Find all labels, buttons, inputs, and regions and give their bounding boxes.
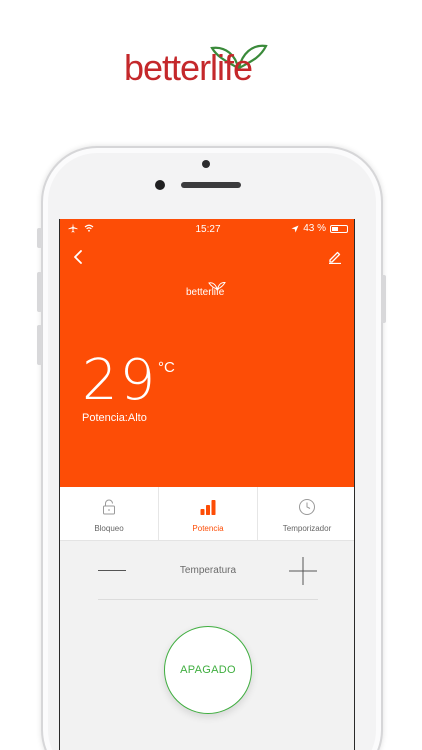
header-logo: betterlife — [186, 281, 232, 299]
location-arrow-icon — [291, 225, 299, 232]
back-chevron-icon[interactable] — [72, 249, 86, 265]
tab-temporizador[interactable]: Temporizador — [258, 487, 354, 540]
tab-label: Bloqueo — [94, 524, 124, 533]
power-toggle-label: APAGADO — [180, 664, 236, 676]
clock-icon — [299, 499, 315, 515]
page: betterlife 15:27 43 % betterlife 29 °C P… — [0, 0, 422, 750]
signal-bars-icon — [200, 500, 216, 515]
side-button — [37, 228, 42, 248]
divider — [98, 599, 318, 600]
temperature-control: Temperatura — [60, 541, 354, 601]
side-button — [37, 272, 42, 312]
front-camera — [155, 180, 165, 190]
earpiece-speaker — [181, 182, 241, 188]
temperature-value: 29 — [82, 348, 158, 413]
brand-logo: betterlife — [124, 40, 284, 90]
brand-logo-text: betterlife — [124, 47, 253, 88]
tab-label: Potencia — [192, 524, 224, 533]
status-right: 43 % — [291, 223, 348, 234]
camera-dot — [202, 160, 210, 168]
tab-bloqueo[interactable]: Bloqueo — [60, 487, 159, 540]
side-button — [381, 275, 386, 323]
battery-icon — [330, 224, 348, 233]
app-screen: 15:27 43 % betterlife 29 °C Potencia:Alt… — [59, 219, 355, 750]
increase-temperature-button[interactable] — [289, 557, 317, 585]
battery-fill — [332, 226, 339, 231]
tab-potencia[interactable]: Potencia — [159, 487, 258, 540]
side-button — [37, 325, 42, 365]
edit-pencil-icon[interactable] — [328, 250, 342, 264]
power-toggle-button[interactable]: APAGADO — [164, 626, 252, 714]
header-panel: 15:27 43 % betterlife 29 °C Potencia:Alt… — [60, 219, 354, 487]
lock-icon — [103, 499, 115, 515]
tab-label: Temporizador — [282, 524, 332, 533]
power-level-label: Potencia:Alto — [82, 412, 147, 424]
header-logo-text: betterlife — [186, 287, 225, 298]
mode-tabs: Bloqueo Potencia Temporizador — [60, 487, 354, 541]
status-bar: 15:27 43 % — [60, 223, 354, 237]
temperature-unit: °C — [158, 359, 175, 376]
battery-percent: 43 % — [303, 223, 326, 234]
